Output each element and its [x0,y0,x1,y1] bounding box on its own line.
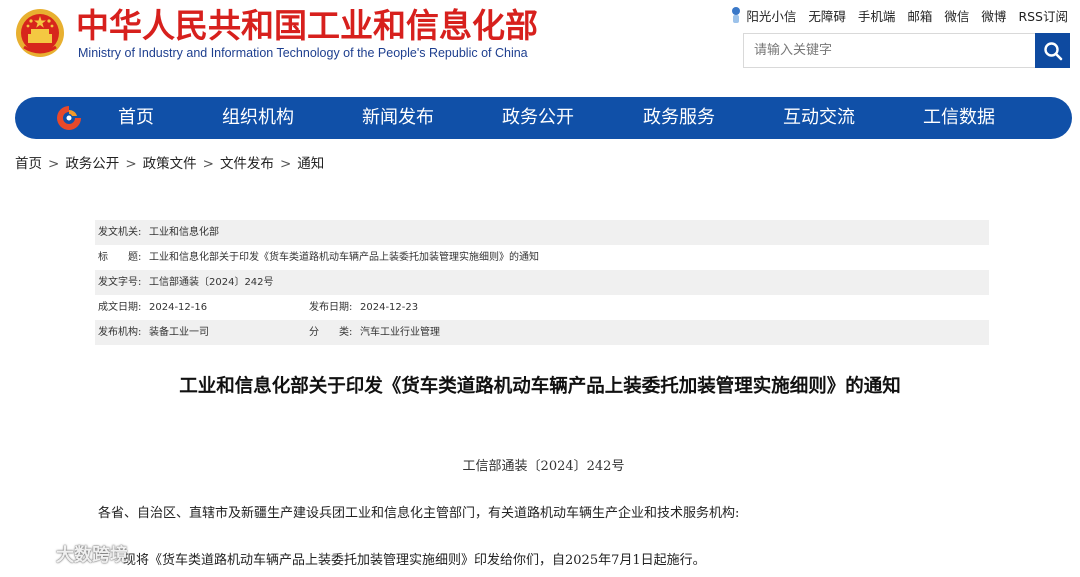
meta-row-issuer: 发文机关: 工业和信息化部 [95,220,989,245]
top-link-mail[interactable]: 邮箱 [907,6,932,25]
meta-value: 工业和信息化部关于印发《货车类道路机动车辆产品上装委托加装管理实施细则》的通知 [149,252,539,263]
meta-label: 标 题: [98,252,142,263]
meta-row-dates: 成文日期: 2024-12-16 发布日期: 2024-12-23 [95,295,989,320]
nav-gov-services[interactable]: 政务服务 [643,97,715,139]
breadcrumb: 首页 > 政务公开 > 政策文件 > 文件发布 > 通知 [15,154,324,174]
article-paragraph: 现将《货车类道路机动车辆产品上装委托加装管理实施细则》印发给你们，自2025年7… [123,553,706,568]
breadcrumb-separator: > [125,156,137,172]
meta-value: 汽车工业行业管理 [360,327,440,338]
watermark: 大数跨境 [12,541,128,567]
breadcrumb-home[interactable]: 首页 [15,154,42,174]
meta-value: 工业和信息化部 [149,227,219,238]
breadcrumb-policy-docs[interactable]: 政策文件 [143,154,197,174]
nav-home[interactable]: 首页 [118,97,154,139]
top-links: 阳光小信 无障碍 手机端 邮箱 微信 微博 RSS订阅 [730,5,1068,25]
nav-interaction[interactable]: 互动交流 [783,97,855,139]
top-link-rss[interactable]: RSS订阅 [1018,6,1068,25]
meta-row-office: 发布机构: 装备工业一司 分 类: 汽车工业行业管理 [95,320,989,345]
watermark-text: 大数跨境 [56,545,128,566]
search-button[interactable] [1035,33,1070,68]
search-input[interactable] [744,34,1036,67]
meta-value: 工信部通装〔2024〕242号 [149,277,274,288]
meta-label: 发文机关: [98,227,142,238]
national-emblem-icon[interactable] [14,7,66,59]
search-icon [1043,41,1062,60]
meta-label: 成文日期: [98,302,142,313]
nav-gov-affairs[interactable]: 政务公开 [502,97,574,139]
watermark-logo-icon [14,546,48,562]
breadcrumb-separator: > [279,156,292,172]
breadcrumb-separator: > [202,156,214,172]
breadcrumb-notice[interactable]: 通知 [297,154,324,174]
document-meta-table: 发文机关: 工业和信息化部 标 题: 工业和信息化部关于印发《货车类道路机动车辆… [95,220,989,345]
site-header: 中华人民共和国工业和信息化部 Ministry of Industry and … [0,0,1080,96]
meta-value: 2024-12-16 [149,302,208,313]
top-link-weibo[interactable]: 微博 [981,6,1006,25]
meta-label: 发布机构: [98,327,142,338]
search-box [743,33,1070,68]
main-nav: 首页 组织机构 新闻发布 政务公开 政务服务 互动交流 工信数据 [15,97,1072,139]
meta-label: 发文字号: [98,277,142,288]
top-link-accessibility[interactable]: 无障碍 [808,6,846,25]
meta-row-title: 标 题: 工业和信息化部关于印发《货车类道路机动车辆产品上装委托加装管理实施细则… [95,245,989,270]
site-title-cn[interactable]: 中华人民共和国工业和信息化部 [76,6,538,46]
article-paragraph: 各省、自治区、直辖市及新疆生产建设兵团工业和信息化主管部门，有关道路机动车辆生产… [98,506,740,521]
site-title-en[interactable]: Ministry of Industry and Information Tec… [78,46,528,60]
meta-value: 装备工业一司 [149,327,209,338]
nav-data[interactable]: 工信数据 [923,97,995,139]
meta-label: 发布日期: [309,302,353,313]
breadcrumb-file-release[interactable]: 文件发布 [220,154,274,174]
nav-organization[interactable]: 组织机构 [222,97,294,139]
nav-news[interactable]: 新闻发布 [362,97,434,139]
article-doc-number: 工信部通装〔2024〕242号 [462,459,625,474]
meta-row-docno: 发文字号: 工信部通装〔2024〕242号 [95,270,989,295]
meta-value: 2024-12-23 [360,302,419,313]
breadcrumb-separator: > [48,156,60,172]
article-title: 工业和信息化部关于印发《货车类道路机动车辆产品上装委托加装管理实施细则》的通知 [179,376,901,397]
meta-label: 分 类: [309,327,353,338]
top-link-mobile[interactable]: 手机端 [858,6,896,25]
top-link-wechat[interactable]: 微信 [944,6,969,25]
breadcrumb-gov-affairs[interactable]: 政务公开 [65,154,119,174]
top-link-sunshine[interactable]: 阳光小信 [730,6,796,25]
mascot-icon [732,7,741,23]
ministry-logo-icon[interactable] [55,104,83,132]
